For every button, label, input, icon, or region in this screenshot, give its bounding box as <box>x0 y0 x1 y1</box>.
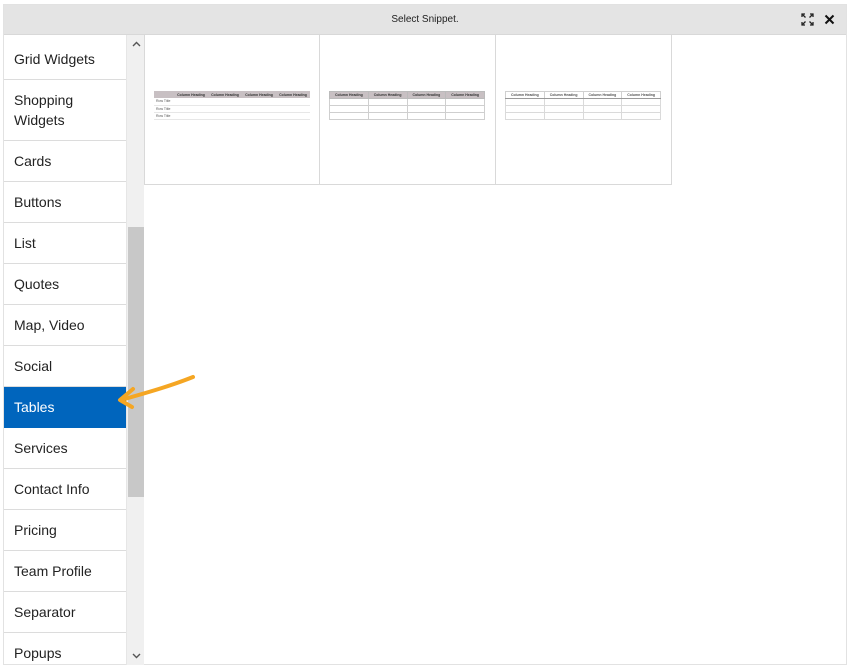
category-sidebar: Grid Widgets Shopping Widgets Cards Butt… <box>4 35 144 665</box>
scroll-up-icon[interactable] <box>127 37 144 51</box>
column-heading: Column Heading <box>445 91 485 99</box>
column-heading: Column Heading <box>505 91 545 99</box>
sidebar-item-social[interactable]: Social <box>4 346 126 387</box>
sidebar-item-grid-widgets[interactable]: Grid Widgets <box>4 39 126 80</box>
table-preview: Column Heading Column Heading Column Hea… <box>505 91 661 120</box>
sidebar-item-cards[interactable]: Cards <box>4 141 126 182</box>
sidebar-item-label: List <box>14 235 36 251</box>
row-title: Row Title <box>154 112 175 120</box>
sidebar-item-label: Separator <box>14 604 76 620</box>
sidebar-item-separator[interactable]: Separator <box>4 592 126 633</box>
annotation-arrow-icon <box>118 375 195 409</box>
sidebar-item-label: Quotes <box>14 276 60 292</box>
sidebar-item-label: Services <box>14 440 68 456</box>
sidebar-scrollbar[interactable] <box>126 35 144 665</box>
sidebar-item-contact-info[interactable]: Contact Info <box>4 469 126 510</box>
snippet-thumbnails: Column Heading Column Heading Column Hea… <box>144 35 672 185</box>
column-heading: Column Heading <box>208 91 243 98</box>
column-heading: Column Heading <box>406 91 447 99</box>
dialog-title: Select Snippet. <box>391 14 459 25</box>
sidebar-item-buttons[interactable]: Buttons <box>4 182 126 223</box>
row-title: Row Title <box>154 98 175 106</box>
table-snippet-3[interactable]: Column Heading Column Heading Column Hea… <box>496 35 672 185</box>
snippet-dialog: Select Snippet. Grid Widgets Shopping Wi… <box>3 4 847 665</box>
sidebar-item-pricing[interactable]: Pricing <box>4 510 126 551</box>
category-list: Grid Widgets Shopping Widgets Cards Butt… <box>4 39 126 665</box>
column-heading: Column Heading <box>367 91 408 99</box>
scrollbar-thumb[interactable] <box>128 227 144 497</box>
sidebar-item-label: Grid Widgets <box>14 51 95 67</box>
expand-icon[interactable] <box>800 12 814 26</box>
window-controls <box>800 12 836 26</box>
column-heading: Column Heading <box>621 91 661 99</box>
sidebar-item-label: Buttons <box>14 194 62 210</box>
snippet-grid: Column Heading Column Heading Column Hea… <box>144 35 844 665</box>
sidebar-item-label: Pricing <box>14 522 57 538</box>
sidebar-item-list[interactable]: List <box>4 223 126 264</box>
sidebar-item-quotes[interactable]: Quotes <box>4 264 126 305</box>
sidebar-item-team-profile[interactable]: Team Profile <box>4 551 126 592</box>
sidebar-item-label: Tables <box>14 399 55 415</box>
titlebar: Select Snippet. <box>4 5 846 35</box>
sidebar-item-label: Cards <box>14 153 52 169</box>
sidebar-item-shopping-widgets[interactable]: Shopping Widgets <box>4 80 126 141</box>
table-preview: Column Heading Column Heading Column Hea… <box>329 91 485 120</box>
close-icon[interactable] <box>822 12 836 26</box>
column-heading: Column Heading <box>242 91 276 98</box>
column-heading: Column Heading <box>174 91 209 98</box>
column-heading: Column Heading <box>543 91 584 99</box>
sidebar-item-services[interactable]: Services <box>4 428 126 469</box>
column-heading: Column Heading <box>329 91 369 99</box>
table-preview: Column Heading Column Heading Column Hea… <box>154 91 310 120</box>
row-title: Row Title <box>154 105 175 113</box>
column-heading: Column Heading <box>582 91 623 99</box>
sidebar-item-label: Popups <box>14 645 62 661</box>
sidebar-item-tables[interactable]: Tables <box>4 387 126 428</box>
table-snippet-1[interactable]: Column Heading Column Heading Column Hea… <box>144 35 320 185</box>
scroll-down-icon[interactable] <box>127 649 144 663</box>
sidebar-item-popups[interactable]: Popups <box>4 633 126 665</box>
sidebar-item-label: Team Profile <box>14 563 92 579</box>
sidebar-item-label: Map, Video <box>14 317 85 333</box>
column-heading: Column Heading <box>276 91 310 98</box>
sidebar-item-label: Shopping Widgets <box>14 92 74 128</box>
table-snippet-2[interactable]: Column Heading Column Heading Column Hea… <box>320 35 496 185</box>
sidebar-item-map-video[interactable]: Map, Video <box>4 305 126 346</box>
sidebar-item-label: Contact Info <box>14 481 90 497</box>
sidebar-item-label: Social <box>14 358 53 374</box>
